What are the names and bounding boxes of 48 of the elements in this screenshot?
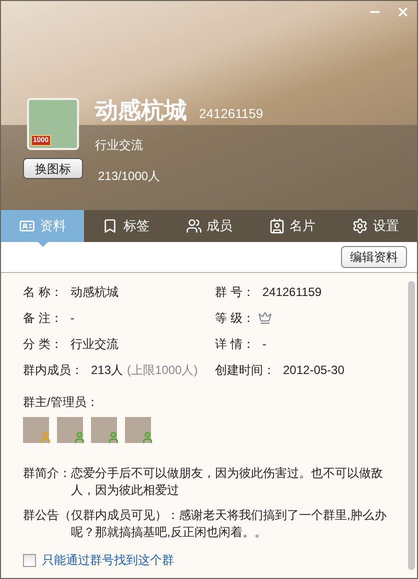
people-icon xyxy=(186,218,202,234)
group-name: 动感杭城 xyxy=(95,96,187,125)
tab[interactable]: 设置 xyxy=(334,210,417,242)
field-label: 备 注： xyxy=(23,310,62,327)
field-note: (上限1000人) xyxy=(127,362,198,379)
edit-profile-button[interactable]: 编辑资料 xyxy=(341,246,407,268)
field-label: 详 情： xyxy=(215,336,254,353)
field-label: 名 称： xyxy=(23,284,62,301)
contact-card-icon xyxy=(268,218,285,234)
user-badge-icon xyxy=(107,431,120,444)
crown-icon xyxy=(258,311,272,325)
field-label: 群内成员： xyxy=(23,362,83,379)
user-badge-icon xyxy=(73,431,86,444)
user-badge-icon xyxy=(39,431,52,444)
group-number: 241261159 xyxy=(199,105,264,123)
field-label: 等 级： xyxy=(215,310,254,327)
field-value: 213人 xyxy=(91,362,124,379)
admin-avatar[interactable] xyxy=(125,417,151,443)
checkbox[interactable] xyxy=(23,554,36,566)
admin-avatar[interactable] xyxy=(23,417,49,443)
field-value: 行业交流 xyxy=(70,336,118,353)
field-value: 动感杭城 xyxy=(70,284,118,301)
scrollbar[interactable] xyxy=(408,281,415,570)
checkbox-label[interactable]: 只能通过群号找到这个群 xyxy=(42,551,174,569)
admin-avatar[interactable] xyxy=(91,417,117,443)
group-category: 行业交流 xyxy=(95,136,144,154)
admins-label: 群主/管理员： xyxy=(23,394,100,411)
user-badge-icon xyxy=(141,431,154,444)
tab[interactable]: 成员 xyxy=(167,210,251,242)
id-card-icon xyxy=(19,218,36,234)
field-label: 群 号： xyxy=(215,284,254,301)
field-label: 分 类： xyxy=(23,336,62,353)
bookmark-icon xyxy=(102,218,118,234)
field-value: 2012-05-30 xyxy=(283,362,344,379)
intro-label: 群简介： xyxy=(23,465,71,482)
tab[interactable]: 名片 xyxy=(250,210,334,242)
field-value: 241261159 xyxy=(262,284,322,301)
settings-icon xyxy=(352,218,368,234)
member-count: 213/1000人 xyxy=(98,168,162,184)
tab[interactable]: 标签 xyxy=(84,210,168,242)
intro-text: 恋爱分手后不可以做朋友，因为彼此伤害过。也不可以做敌人，因为彼此相爱过 xyxy=(71,465,384,499)
change-icon-button[interactable]: 换图标 xyxy=(23,158,83,179)
field-label: 创建时间： xyxy=(215,362,275,379)
field-value: - xyxy=(262,336,266,353)
admin-avatar[interactable] xyxy=(57,417,83,443)
close-icon xyxy=(396,5,410,19)
notice-paragraph: 群公告（仅群内成员可见）：感谢老天将我们搞到了一个群里,肿么办呢？那就搞搞基吧,反正闲也闲着。。 xyxy=(23,507,388,541)
field-value: - xyxy=(70,310,74,327)
